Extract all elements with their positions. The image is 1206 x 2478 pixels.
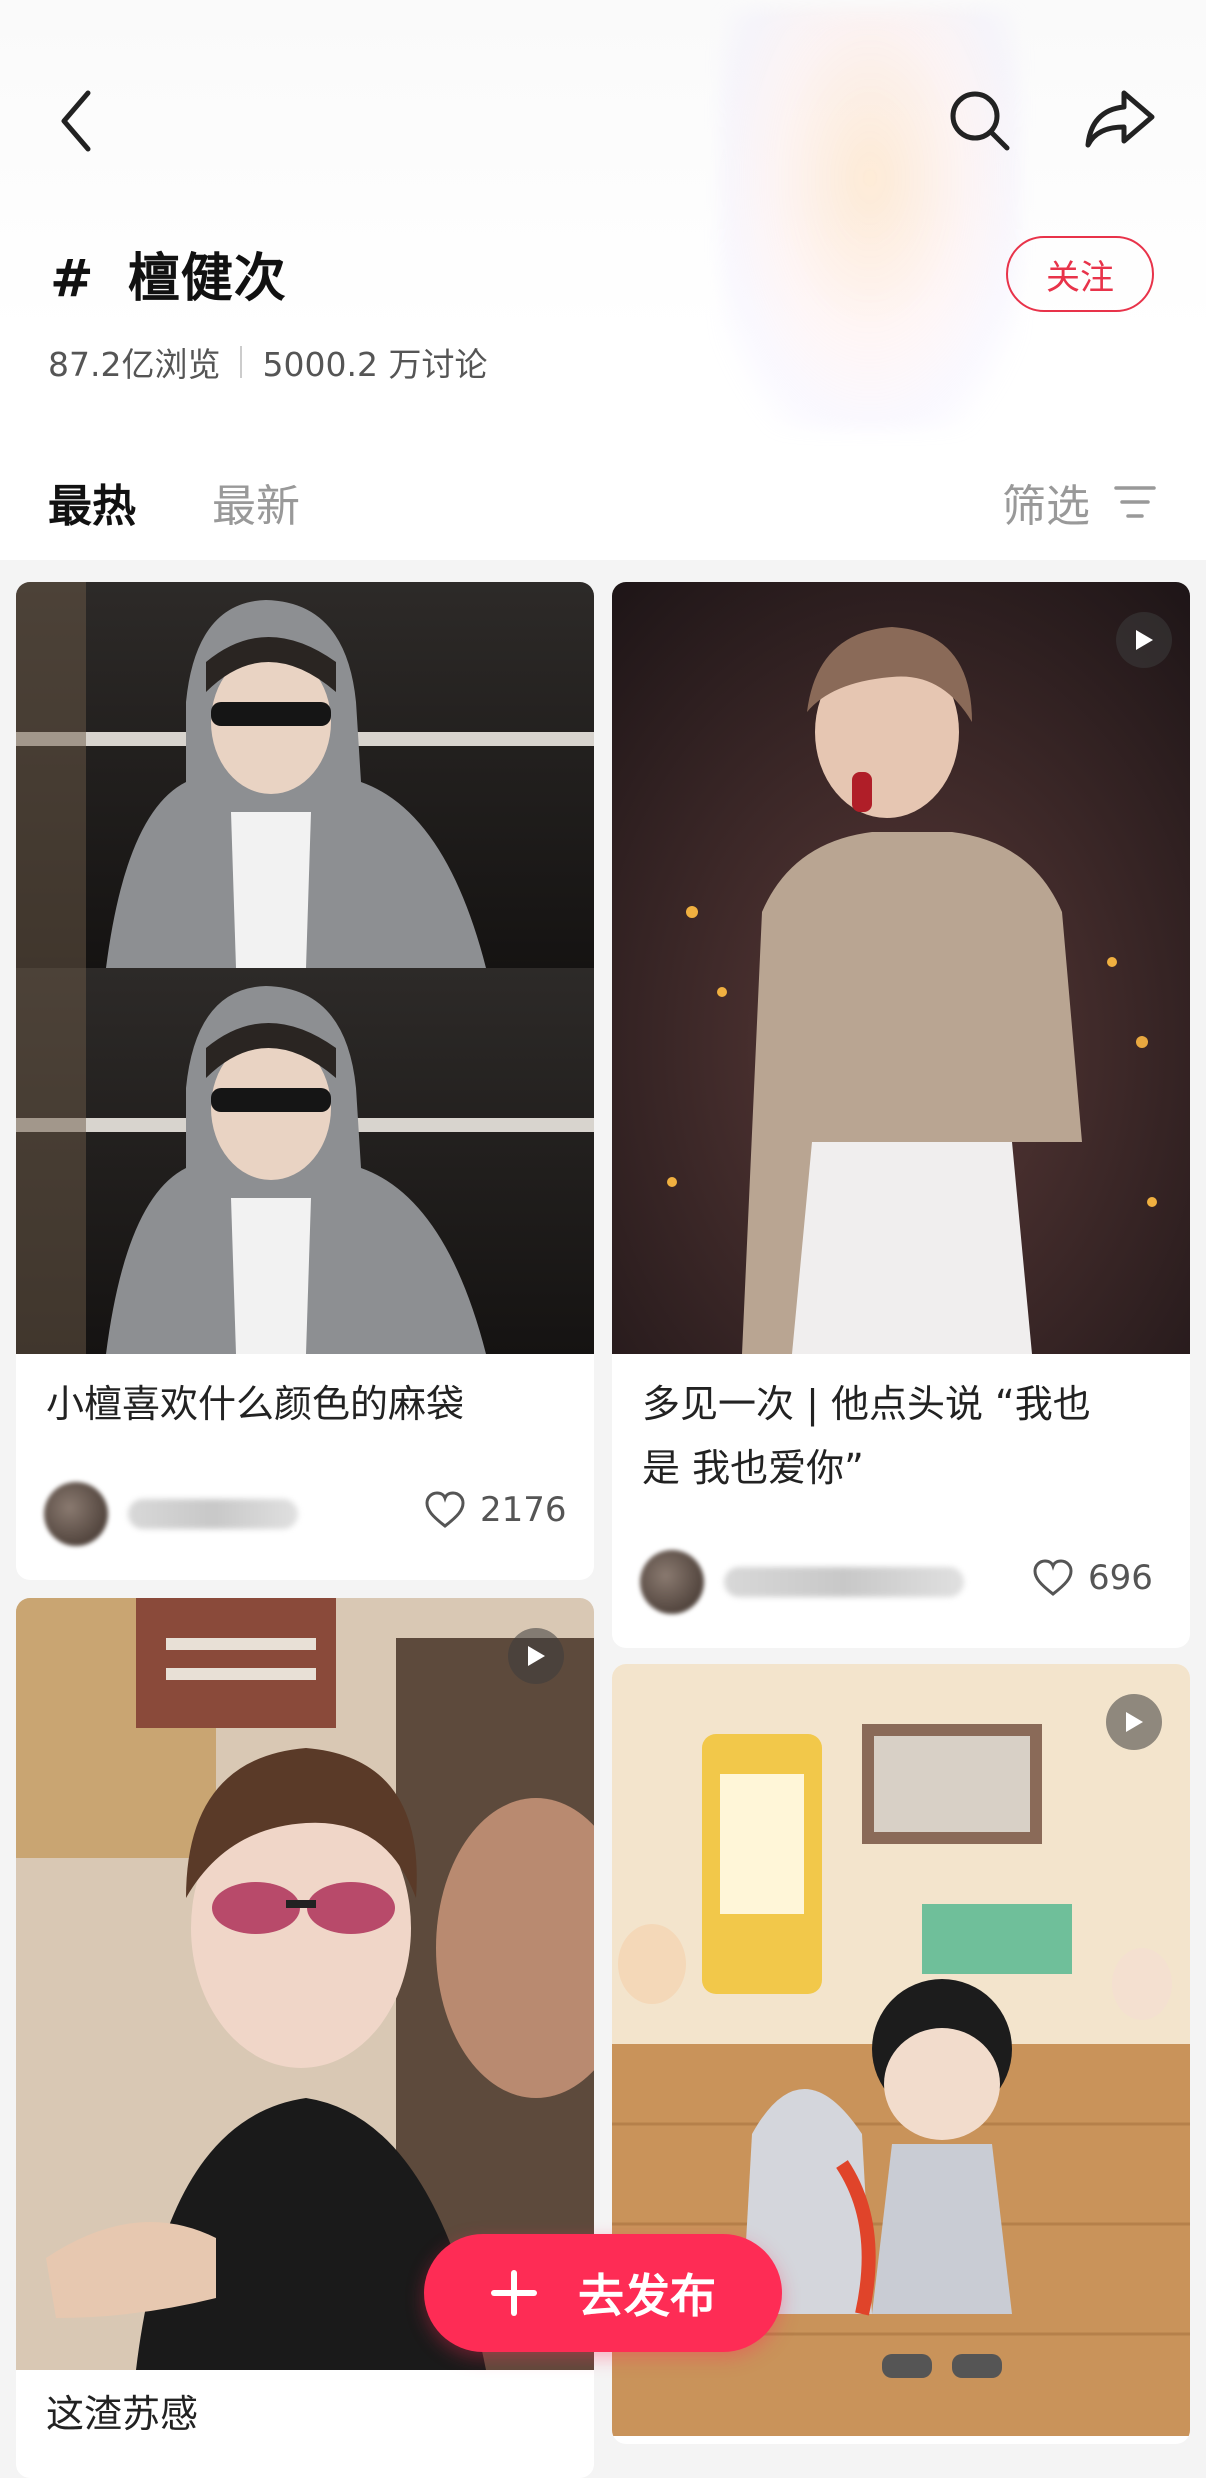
post-card[interactable]: 多见一次 | 他点头说 “我也 是 我也爱你” 696: [612, 582, 1190, 1648]
author-name-blurred: [128, 1499, 298, 1529]
heart-icon: [1033, 1559, 1073, 1596]
filter-button[interactable]: 筛选: [1002, 470, 1156, 534]
plus-icon: [491, 2270, 537, 2316]
play-icon: [1106, 1694, 1162, 1750]
like-button[interactable]: 696: [1032, 1558, 1153, 1598]
post-cover-image[interactable]: [612, 582, 1190, 1354]
post-caption: 多见一次 | 他点头说 “我也 是 我也爱你”: [612, 1354, 1190, 1500]
avatar[interactable]: [640, 1550, 704, 1614]
publish-label: 去发布: [578, 2269, 716, 2323]
topic-name: 檀健次: [127, 249, 287, 309]
share-icon[interactable]: [1078, 84, 1162, 154]
post-caption-line: 多见一次 | 他点头说 “我也: [642, 1382, 1091, 1426]
stats-divider: [240, 346, 243, 378]
like-count: 2176: [480, 1490, 567, 1530]
post-author[interactable]: [640, 1550, 964, 1614]
like-count: 696: [1088, 1558, 1153, 1598]
filter-icon: [1114, 486, 1156, 518]
post-caption-line: 是 我也爱你”: [642, 1446, 864, 1490]
heart-icon: [425, 1491, 465, 1528]
search-icon[interactable]: [940, 86, 1020, 156]
like-button[interactable]: 2176: [424, 1490, 567, 1530]
topic-header: # 檀健次 关注 87.2亿浏览 5000.2 万讨论 最热 最新 筛选: [0, 0, 1206, 560]
back-icon[interactable]: [46, 86, 106, 156]
play-icon: [508, 1628, 564, 1684]
post-caption: 这渣苏感: [46, 2392, 199, 2436]
filter-label: 筛选: [1002, 481, 1090, 532]
post-card[interactable]: 小檀喜欢什么颜色的麻袋 2176: [16, 582, 594, 1580]
topic-stats: 87.2亿浏览 5000.2 万讨论: [48, 338, 487, 386]
tab-latest[interactable]: 最新: [212, 470, 300, 534]
discussion-count: 5000.2 万讨论: [262, 345, 488, 384]
author-name-blurred: [724, 1567, 964, 1597]
follow-button[interactable]: 关注: [1006, 236, 1154, 312]
hashtag-symbol: #: [50, 249, 95, 309]
topic-title: # 檀健次: [50, 236, 287, 311]
header-background-glow: [720, 10, 1020, 430]
post-cover-image[interactable]: [16, 582, 594, 1354]
sort-tabs: 最热 最新: [48, 470, 300, 534]
views-count: 87.2亿浏览: [48, 345, 221, 384]
post-author[interactable]: [44, 1482, 298, 1546]
publish-button[interactable]: 去发布: [424, 2234, 782, 2352]
avatar[interactable]: [44, 1482, 108, 1546]
post-caption: 小檀喜欢什么颜色的麻袋: [46, 1382, 465, 1426]
tab-hot[interactable]: 最热: [48, 470, 136, 534]
play-icon: [1116, 612, 1172, 668]
